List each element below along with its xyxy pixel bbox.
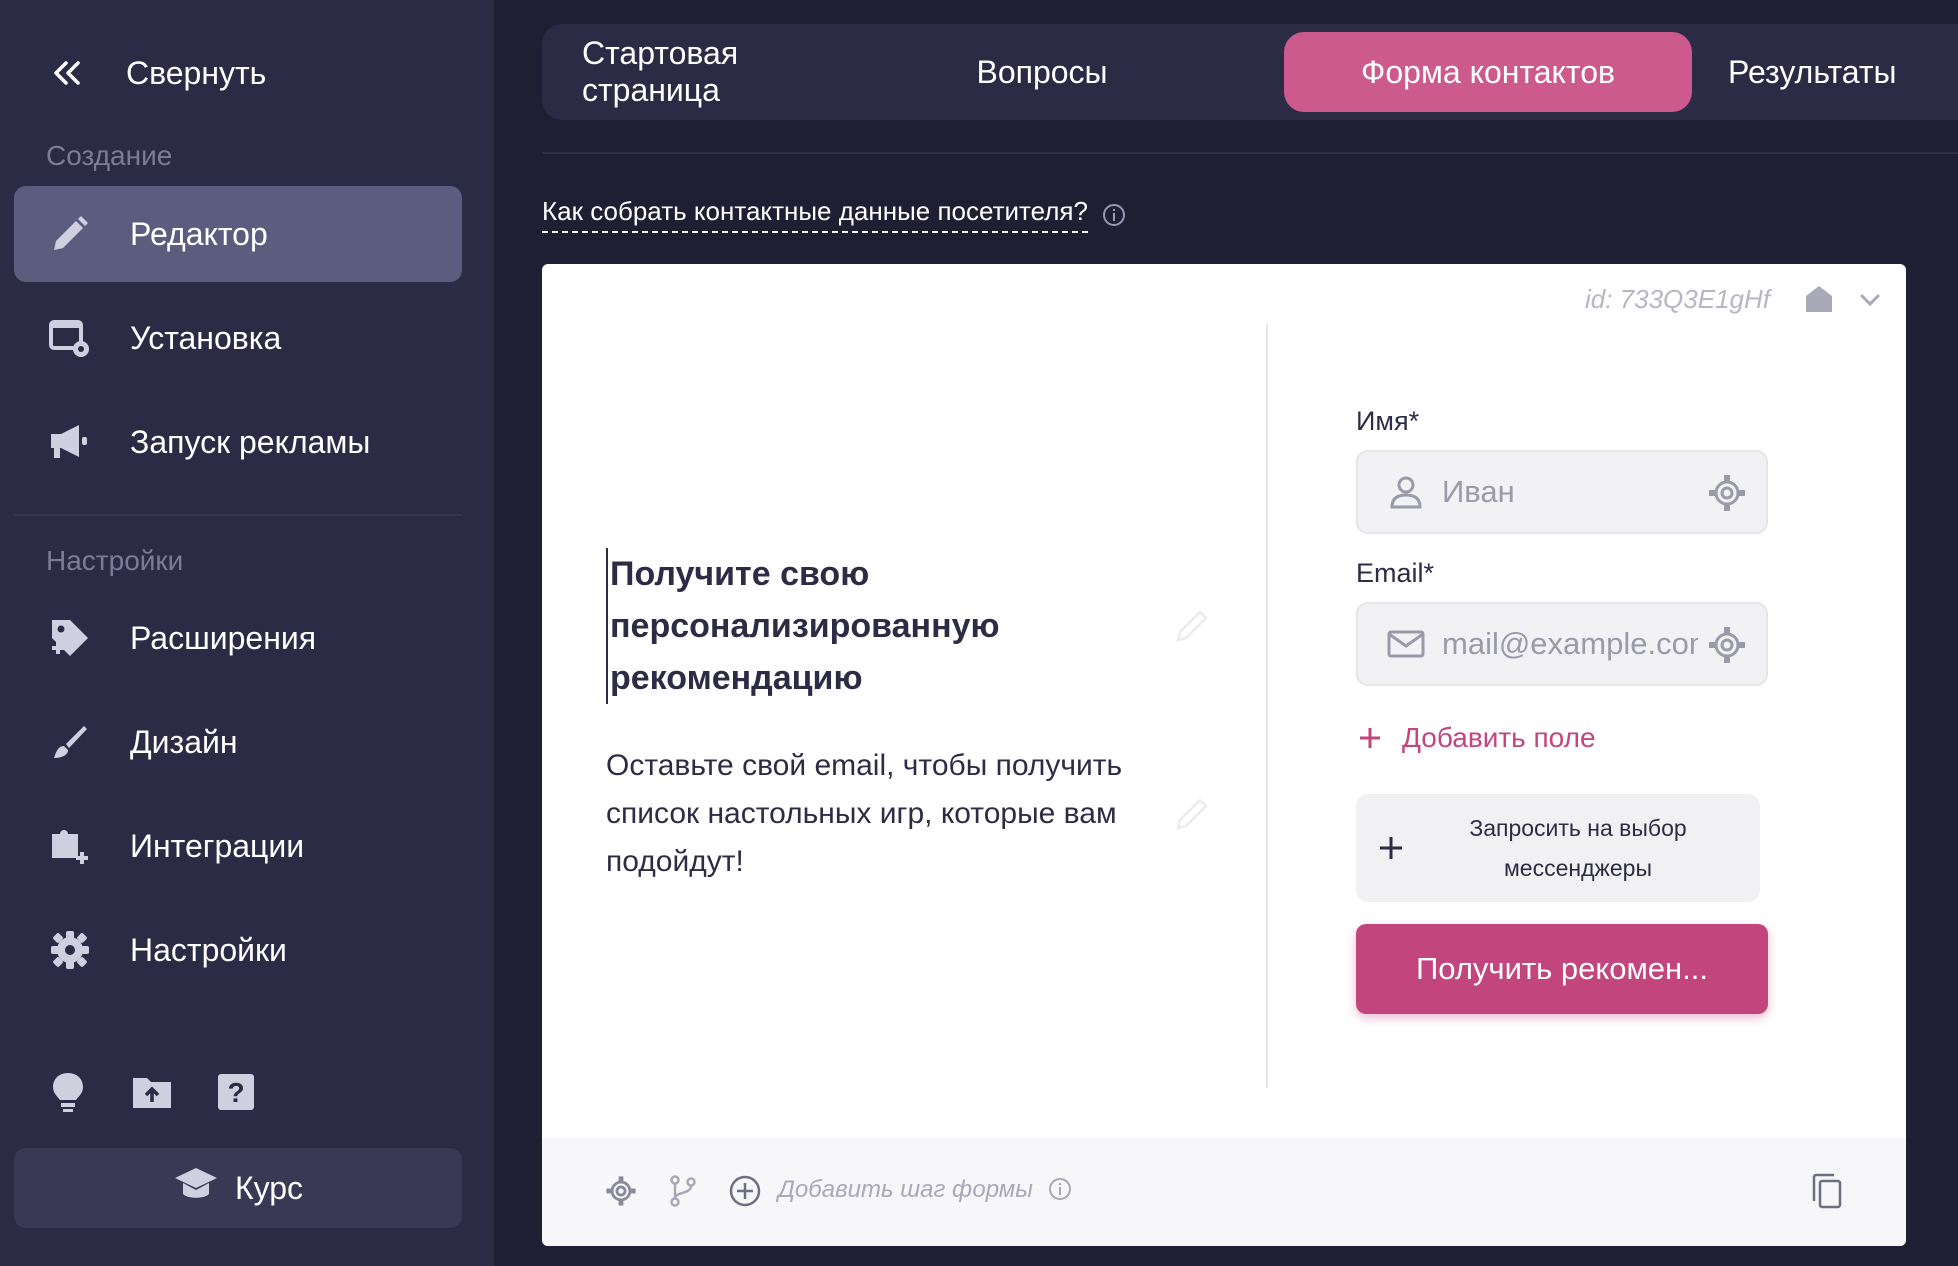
sidebar-item-label: Расширения [130, 619, 317, 656]
gear-icon [48, 928, 92, 972]
plus-icon [1376, 833, 1406, 863]
sidebar-item-label: Установка [130, 319, 282, 356]
double-chevron-left-icon [50, 55, 86, 91]
request-messengers-label: Запросить на выбор мессенджеры [1469, 815, 1687, 881]
add-circle-icon[interactable] [728, 1174, 762, 1208]
form-id: id: 733Q3E1gHf [1584, 284, 1770, 314]
step-tabs: Стартовая страница Вопросы Форма контакт… [542, 24, 1958, 120]
sidebar-item-ads[interactable]: Запуск рекламы [14, 394, 462, 490]
section-title-settings: Настройки [46, 545, 184, 576]
edit-pencil-icon[interactable] [1172, 794, 1212, 834]
sidebar-item-editor[interactable]: Редактор [14, 186, 462, 282]
tab-contact-form[interactable]: Форма контактов [1284, 32, 1692, 112]
email-field-placeholder: mail@example.com [1442, 626, 1698, 661]
folder-upload-icon[interactable] [130, 1068, 174, 1116]
collapse-label: Свернуть [126, 54, 267, 91]
contact-form-card: id: 733Q3E1gHf Получите свою персонализи… [542, 264, 1906, 1246]
mail-icon [1386, 624, 1426, 664]
edit-pencil-icon[interactable] [1172, 606, 1212, 646]
add-field-label: Добавить поле [1402, 722, 1596, 753]
help-link-text: Как собрать контактные данные посетителя… [542, 196, 1088, 233]
install-icon [48, 316, 92, 360]
sidebar-item-design[interactable]: Дизайн [14, 694, 462, 790]
sidebar-item-install[interactable]: Установка [14, 290, 462, 386]
header-divider [542, 152, 1958, 154]
sidebar: Свернуть Создание Редактор Установка Зап… [0, 0, 494, 1266]
megaphone-icon [48, 420, 92, 464]
card-footer: Добавить шаг формы [542, 1138, 1906, 1246]
info-icon [1102, 203, 1126, 227]
lightbulb-icon[interactable] [46, 1068, 90, 1116]
info-icon [1048, 1178, 1071, 1200]
step-settings-gear-icon[interactable] [604, 1174, 638, 1208]
name-field[interactable]: Иван [1356, 450, 1768, 534]
sidebar-item-label: Запуск рекламы [130, 423, 371, 460]
course-label: Курс [234, 1169, 304, 1206]
request-messengers-button[interactable]: Запросить на выбор мессенджеры [1356, 794, 1760, 902]
sidebar-item-settings[interactable]: Настройки [14, 902, 462, 998]
submit-button[interactable]: Получить рекомен... [1356, 924, 1768, 1014]
copy-icon[interactable] [1810, 1172, 1844, 1209]
branch-icon[interactable] [666, 1174, 700, 1208]
add-form-step-label: Добавить шаг формы [778, 1176, 1033, 1203]
chevron-down-icon[interactable] [1856, 286, 1884, 314]
add-field-button[interactable]: Добавить поле [1356, 722, 1596, 754]
user-icon [1386, 472, 1426, 512]
name-field-placeholder: Иван [1442, 474, 1515, 509]
sidebar-item-label: Дизайн [130, 723, 238, 760]
sidebar-bottom-icons: ? [46, 1068, 258, 1116]
sidebar-item-label: Интеграции [130, 827, 305, 864]
pencil-icon [48, 212, 92, 256]
help-link[interactable]: Как собрать контактные данные посетителя… [542, 196, 1126, 233]
email-field-label: Email* [1356, 558, 1435, 588]
course-button[interactable]: Курс [14, 1148, 462, 1228]
form-subtext[interactable]: Оставьте свой email, чтобы получить спис… [606, 742, 1146, 886]
puzzle-plus-icon [48, 824, 92, 868]
collapse-button[interactable]: Свернуть [50, 50, 266, 96]
field-settings-gear-icon[interactable] [1706, 624, 1748, 666]
svg-text:?: ? [227, 1077, 244, 1108]
graduation-cap-icon [173, 1164, 219, 1212]
sidebar-item-label: Настройки [130, 931, 287, 968]
sidebar-item-label: Редактор [130, 215, 268, 252]
add-form-step-link[interactable]: Добавить шаг формы [778, 1176, 1072, 1204]
plus-icon [1356, 724, 1384, 752]
form-headline[interactable]: Получите свою персонализированную рекоме… [606, 548, 1146, 704]
name-field-label: Имя* [1356, 406, 1420, 436]
home-icon[interactable] [1802, 282, 1836, 316]
tab-questions[interactable]: Вопросы [922, 32, 1162, 112]
field-settings-gear-icon[interactable] [1706, 472, 1748, 514]
tag-plus-icon [48, 616, 92, 660]
email-field[interactable]: mail@example.com [1356, 602, 1768, 686]
tab-start-page[interactable]: Стартовая страница [582, 32, 882, 112]
brush-icon [48, 720, 92, 764]
tab-results[interactable]: Результаты [1728, 32, 1958, 112]
sidebar-divider [14, 514, 462, 516]
help-icon[interactable]: ? [214, 1068, 258, 1116]
card-column-divider [1266, 324, 1268, 1088]
sidebar-item-integrations[interactable]: Интеграции [14, 798, 462, 894]
sidebar-item-extensions[interactable]: Расширения [14, 590, 462, 686]
section-title-create: Создание [46, 140, 173, 171]
